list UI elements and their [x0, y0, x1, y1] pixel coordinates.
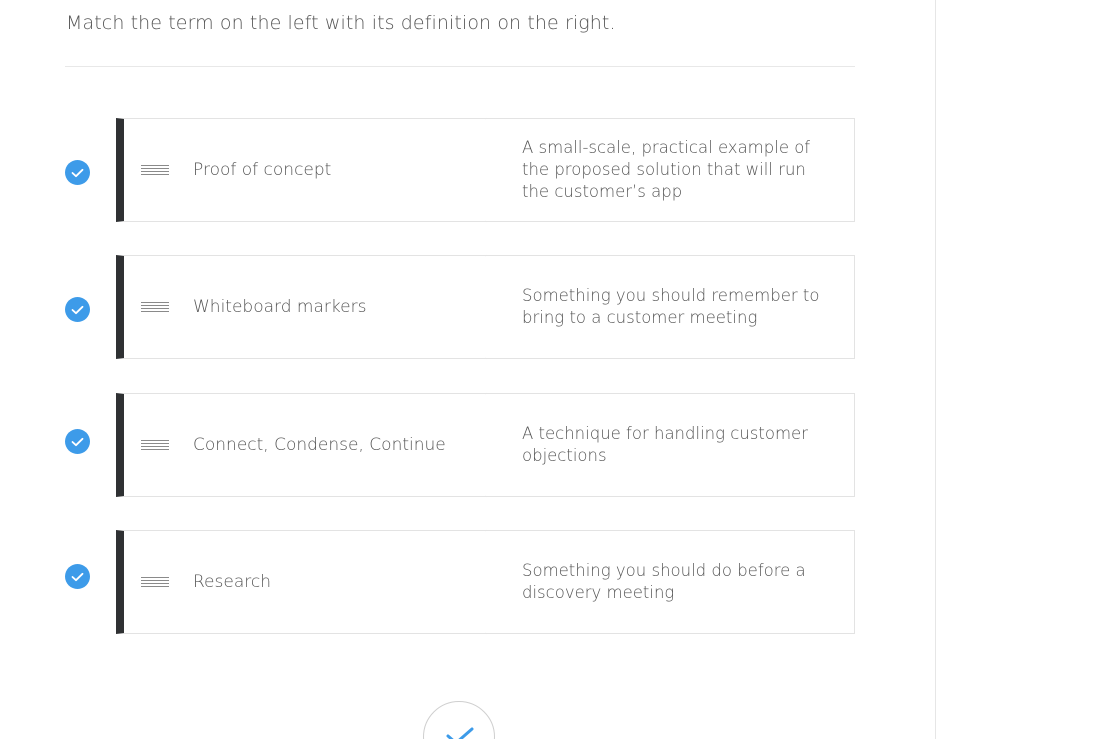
drag-handle-icon[interactable]	[141, 440, 169, 450]
drag-handle-icon[interactable]	[141, 165, 169, 175]
definition-card: A small-scale, practical example of the …	[486, 118, 855, 222]
term-card-draggable[interactable]: Proof of concept	[116, 118, 488, 222]
term-label: Whiteboard markers	[193, 297, 367, 317]
check-circle-icon	[65, 160, 90, 185]
definition-card: Something you should remember to bring t…	[486, 255, 855, 359]
checkmark-icon	[446, 727, 474, 739]
match-pair: Proof of concept A small-scale, practica…	[65, 117, 855, 224]
definition-text: Something you should do before a discove…	[522, 561, 806, 602]
check-circle-icon	[65, 564, 90, 589]
match-pair: Whiteboard markers Something you should …	[65, 254, 855, 361]
definition-card: A technique for handling customer object…	[486, 393, 855, 497]
definition-card: Something you should do before a discove…	[486, 530, 855, 634]
definition-text: A technique for handling customer object…	[522, 424, 808, 465]
term-label: Research	[193, 572, 271, 592]
divider	[65, 66, 855, 67]
match-pair: Research Something you should do before …	[65, 529, 855, 636]
check-circle-icon	[65, 429, 90, 454]
drag-handle-icon[interactable]	[141, 577, 169, 587]
panel-divider	[935, 0, 936, 739]
submit-button[interactable]	[423, 701, 495, 739]
quiz-page: Match the term on the left with its defi…	[0, 0, 1115, 739]
term-card-draggable[interactable]: Research	[116, 530, 488, 634]
term-label: Proof of concept	[193, 160, 332, 180]
check-circle-icon	[65, 297, 90, 322]
definition-text: Something you should remember to bring t…	[522, 286, 820, 327]
term-card-draggable[interactable]: Whiteboard markers	[116, 255, 488, 359]
term-card-draggable[interactable]: Connect, Condense, Continue	[116, 393, 488, 497]
term-label: Connect, Condense, Continue	[193, 435, 446, 455]
instructions-text: Match the term on the left with its defi…	[66, 12, 616, 34]
match-pair: Connect, Condense, Continue A technique …	[65, 392, 855, 499]
drag-handle-icon[interactable]	[141, 302, 169, 312]
definition-text: A small-scale, practical example of the …	[522, 138, 811, 201]
